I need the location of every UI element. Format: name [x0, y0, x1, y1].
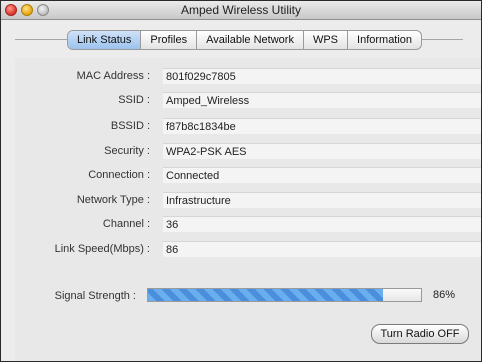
- link-status-panel: MAC Address : 801f029c7805 SSID : Amped_…: [15, 58, 481, 361]
- security-value: WPA2-PSK AES: [163, 143, 481, 159]
- mac-address-label: MAC Address :: [76, 70, 150, 82]
- connection-value: Connected: [163, 167, 481, 183]
- title-bar: Amped Wireless Utility: [1, 1, 481, 20]
- signal-strength-percent: 86%: [433, 289, 456, 301]
- tab-profiles[interactable]: Profiles: [141, 31, 198, 49]
- network-type-value: Infrastructure: [163, 192, 481, 208]
- tab-information[interactable]: Information: [348, 31, 421, 49]
- signal-strength-fill: [148, 289, 383, 301]
- network-type-label: Network Type :: [76, 194, 150, 206]
- window-title: Amped Wireless Utility: [180, 3, 302, 17]
- channel-label: Channel :: [102, 218, 150, 230]
- network-type-row: Network Type : Infrastructure: [15, 192, 481, 208]
- ssid-label: SSID :: [118, 94, 150, 106]
- tab-wps[interactable]: WPS: [304, 31, 349, 49]
- link-speed-label: Link Speed(Mbps) :: [54, 243, 150, 255]
- ssid-value: Amped_Wireless: [163, 92, 481, 108]
- tab-link-status[interactable]: Link Status: [68, 31, 142, 49]
- channel-row: Channel : 36: [15, 216, 481, 232]
- signal-strength-bar: [147, 288, 422, 302]
- signal-strength-label: Signal Strength :: [54, 290, 136, 302]
- bssid-row: BSSID : f87b8c1834be: [15, 118, 481, 134]
- turn-radio-off-button[interactable]: Turn Radio OFF: [371, 324, 469, 344]
- connection-label: Connection :: [88, 169, 150, 181]
- bssid-label: BSSID :: [110, 120, 150, 132]
- security-label: Security :: [104, 145, 150, 157]
- security-row: Security : WPA2-PSK AES: [15, 143, 481, 159]
- link-speed-row: Link Speed(Mbps) : 86: [15, 241, 481, 257]
- channel-value: 36: [163, 216, 481, 232]
- app-window: Amped Wireless Utility Link Status Profi…: [0, 0, 482, 362]
- mac-address-row: MAC Address : 801f029c7805: [15, 68, 481, 84]
- bssid-value: f87b8c1834be: [163, 118, 481, 134]
- tab-bar: Link Status Profiles Available Network W…: [67, 30, 423, 50]
- link-speed-value: 86: [163, 241, 481, 257]
- mac-address-value: 801f029c7805: [163, 68, 481, 84]
- window-content: Link Status Profiles Available Network W…: [1, 20, 481, 361]
- tab-available-network[interactable]: Available Network: [197, 31, 304, 49]
- connection-row: Connection : Connected: [15, 167, 481, 183]
- ssid-row: SSID : Amped_Wireless: [15, 92, 481, 108]
